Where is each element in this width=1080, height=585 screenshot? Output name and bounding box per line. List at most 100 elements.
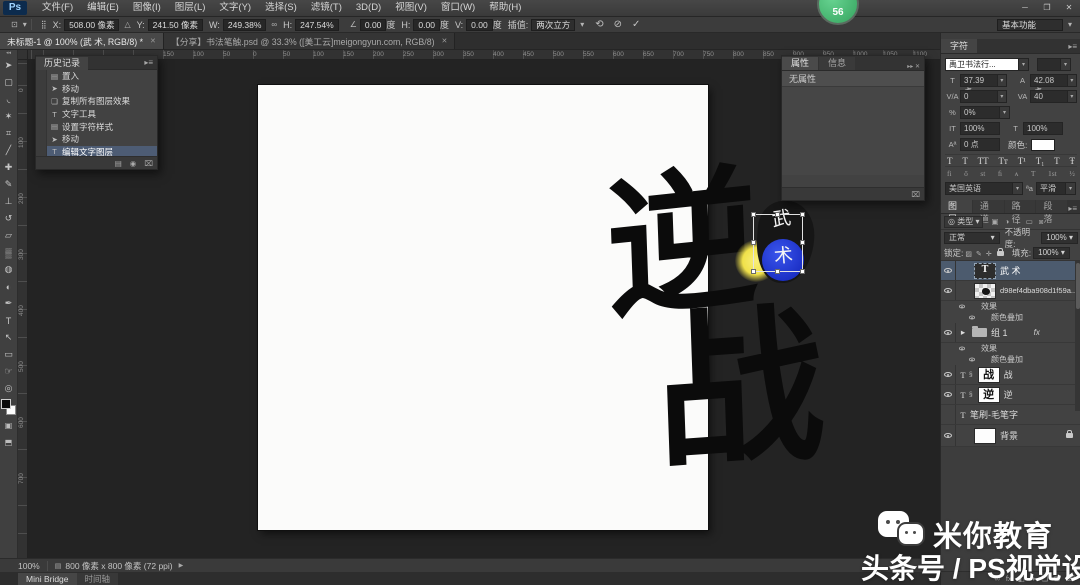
- layer-thumbnail[interactable]: 逆: [977, 386, 1000, 403]
- history-state-row[interactable]: ▤ 设置字符样式: [36, 120, 157, 133]
- transform-bounding-box[interactable]: [751, 212, 805, 274]
- layer-name[interactable]: 笔刷-毛笔字: [970, 408, 1018, 421]
- layer-row[interactable]: T 武 术: [941, 261, 1080, 281]
- commit-transform-icon[interactable]: ✓: [632, 19, 640, 30]
- horizontal-scale-field[interactable]: 100%: [1023, 122, 1063, 135]
- proportional-spacing-dropdown-icon[interactable]: ▾: [1000, 106, 1010, 119]
- layer-name[interactable]: 组 1: [991, 326, 1008, 339]
- width-scale-field[interactable]: 249.38%: [222, 18, 267, 31]
- transform-handle[interactable]: [800, 212, 805, 217]
- panel-tab[interactable]: 图层: [941, 200, 972, 224]
- cancel-transform-icon[interactable]: ⊘: [614, 19, 622, 30]
- panel-tab[interactable]: 信息: [819, 57, 856, 70]
- x-position-field[interactable]: 508.00 像素: [64, 18, 120, 31]
- menu-item[interactable]: 选择(S): [258, 0, 304, 16]
- history-source-checkbox[interactable]: [36, 120, 47, 133]
- panel-group-icons[interactable]: ▸▸ ✕: [907, 63, 920, 70]
- visibility-toggle[interactable]: [941, 281, 956, 300]
- hand-tool[interactable]: ☞: [0, 363, 18, 380]
- layer-name[interactable]: 颜色叠加: [991, 354, 1023, 365]
- layer-effects-badge[interactable]: fx: [1034, 328, 1040, 337]
- close-tab-icon[interactable]: ✕: [150, 37, 156, 45]
- layer-thumbnail[interactable]: [974, 427, 996, 444]
- interpolation-dropdown-icon[interactable]: ▾: [580, 20, 584, 29]
- visibility-toggle[interactable]: [941, 385, 956, 404]
- visibility-toggle[interactable]: [941, 405, 956, 424]
- ps-logo[interactable]: Ps: [3, 1, 27, 15]
- trash-icon[interactable]: ⌧: [911, 190, 920, 199]
- switch-transform-mode-icon[interactable]: ⟲: [595, 19, 603, 30]
- tracking-field[interactable]: 40: [1030, 90, 1068, 103]
- layer-name[interactable]: 战: [1004, 368, 1013, 381]
- text-color-swatch[interactable]: [1031, 138, 1056, 151]
- layer-name[interactable]: 颜色叠加: [991, 312, 1023, 323]
- history-state-row[interactable]: ▤ 置入: [36, 70, 157, 83]
- workspace-select[interactable]: 基本功能: [996, 18, 1063, 31]
- panel-tab[interactable]: 通道: [972, 200, 1004, 224]
- restore-button[interactable]: ❐: [1036, 0, 1058, 16]
- layer-row[interactable]: 颜色叠加: [941, 354, 1080, 365]
- blend-mode-select[interactable]: 正常 ▾: [944, 232, 1000, 244]
- minimize-button[interactable]: ─: [1014, 0, 1036, 16]
- panel-menu-icon[interactable]: ▸≡: [1068, 204, 1077, 213]
- baseline-shift-field[interactable]: 0 点: [960, 138, 1000, 151]
- color-swatches[interactable]: [0, 399, 17, 417]
- opentype-feature-button[interactable]: st: [980, 169, 985, 178]
- magic-wand-tool[interactable]: ✶: [0, 108, 18, 125]
- layer-row[interactable]: 背景: [941, 425, 1080, 447]
- kerning-dropdown-icon[interactable]: ▾: [997, 90, 1007, 103]
- opentype-feature-button[interactable]: ᴀ: [1015, 169, 1019, 178]
- document-tab[interactable]: 【分享】书法笔触.psd @ 33.3% ([美工云]meigongyun.co…: [163, 33, 456, 49]
- transform-handle[interactable]: [751, 240, 756, 245]
- layer-name[interactable]: 武 术: [1000, 264, 1021, 277]
- y-position-field[interactable]: 241.50 像素: [147, 18, 204, 31]
- history-state-row[interactable]: ➤ 移动: [36, 132, 157, 146]
- fill-field[interactable]: 100% ▾: [1033, 247, 1070, 259]
- move-tool[interactable]: ➤: [0, 57, 18, 74]
- layer-name[interactable]: 效果: [981, 301, 997, 312]
- delete-state-icon[interactable]: ⌧: [144, 159, 153, 168]
- new-snapshot-icon[interactable]: ◉: [130, 159, 137, 168]
- font-style-dropdown-icon[interactable]: ▾: [1061, 58, 1071, 71]
- history-brush-tool[interactable]: ↺: [0, 210, 18, 227]
- menu-item[interactable]: 视图(V): [388, 0, 434, 16]
- layer-row[interactable]: ▸ 组 1 fx: [941, 323, 1080, 343]
- proportional-spacing-field[interactable]: 0%: [960, 106, 1000, 119]
- menu-item[interactable]: 3D(D): [349, 0, 388, 16]
- panel-menu-icon[interactable]: ▸≡: [1068, 42, 1077, 51]
- history-source-checkbox[interactable]: [36, 132, 47, 146]
- layer-row[interactable]: 效果: [941, 343, 1080, 354]
- filter-pixel-layers-icon[interactable]: ▣: [991, 217, 998, 227]
- history-state-row[interactable]: T 文字工具: [36, 107, 157, 121]
- layer-row[interactable]: T 笔刷-毛笔字: [941, 405, 1080, 425]
- layer-thumbnail[interactable]: T: [974, 262, 996, 279]
- height-scale-field[interactable]: 247.54%: [295, 18, 339, 31]
- zoom-level-field[interactable]: 100%: [18, 561, 40, 571]
- transform-handle[interactable]: [800, 240, 805, 245]
- visibility-toggle[interactable]: [957, 301, 967, 312]
- toolbar-collapse-icon[interactable]: ◂◂: [6, 50, 11, 57]
- lock-all-icon[interactable]: [996, 247, 1004, 256]
- history-source-checkbox[interactable]: [36, 95, 47, 108]
- transform-handle[interactable]: [800, 269, 805, 274]
- workspace-switcher[interactable]: 基本功能 ▾: [994, 18, 1072, 31]
- filter-smart-objects-icon[interactable]: ⧈: [1039, 217, 1044, 227]
- vertical-scale-field[interactable]: 100%: [960, 122, 1000, 135]
- opentype-feature-button[interactable]: ﬁ: [998, 169, 1002, 178]
- panel-menu-icon[interactable]: ▸≡: [144, 58, 153, 67]
- history-panel-tab[interactable]: 历史记录: [36, 56, 89, 70]
- history-source-checkbox[interactable]: [36, 107, 47, 121]
- layer-row[interactable]: 效果: [941, 301, 1080, 312]
- visibility-toggle[interactable]: [957, 343, 967, 354]
- workspace-dropdown-icon[interactable]: ▾: [1068, 20, 1072, 29]
- path-selection-tool[interactable]: ↖: [0, 329, 18, 346]
- visibility-toggle[interactable]: [941, 425, 956, 446]
- transform-handle[interactable]: [775, 269, 780, 274]
- healing-brush-tool[interactable]: ✚: [0, 159, 18, 176]
- maintain-aspect-link-icon[interactable]: ∞: [271, 20, 277, 29]
- quick-mask-button[interactable]: ▣: [0, 417, 18, 434]
- foreground-color-swatch[interactable]: [0, 399, 11, 409]
- preset-dropdown-icon[interactable]: ▾: [23, 20, 27, 29]
- blur-tool[interactable]: ◍: [0, 261, 18, 278]
- new-doc-from-state-icon[interactable]: ▤: [115, 159, 122, 168]
